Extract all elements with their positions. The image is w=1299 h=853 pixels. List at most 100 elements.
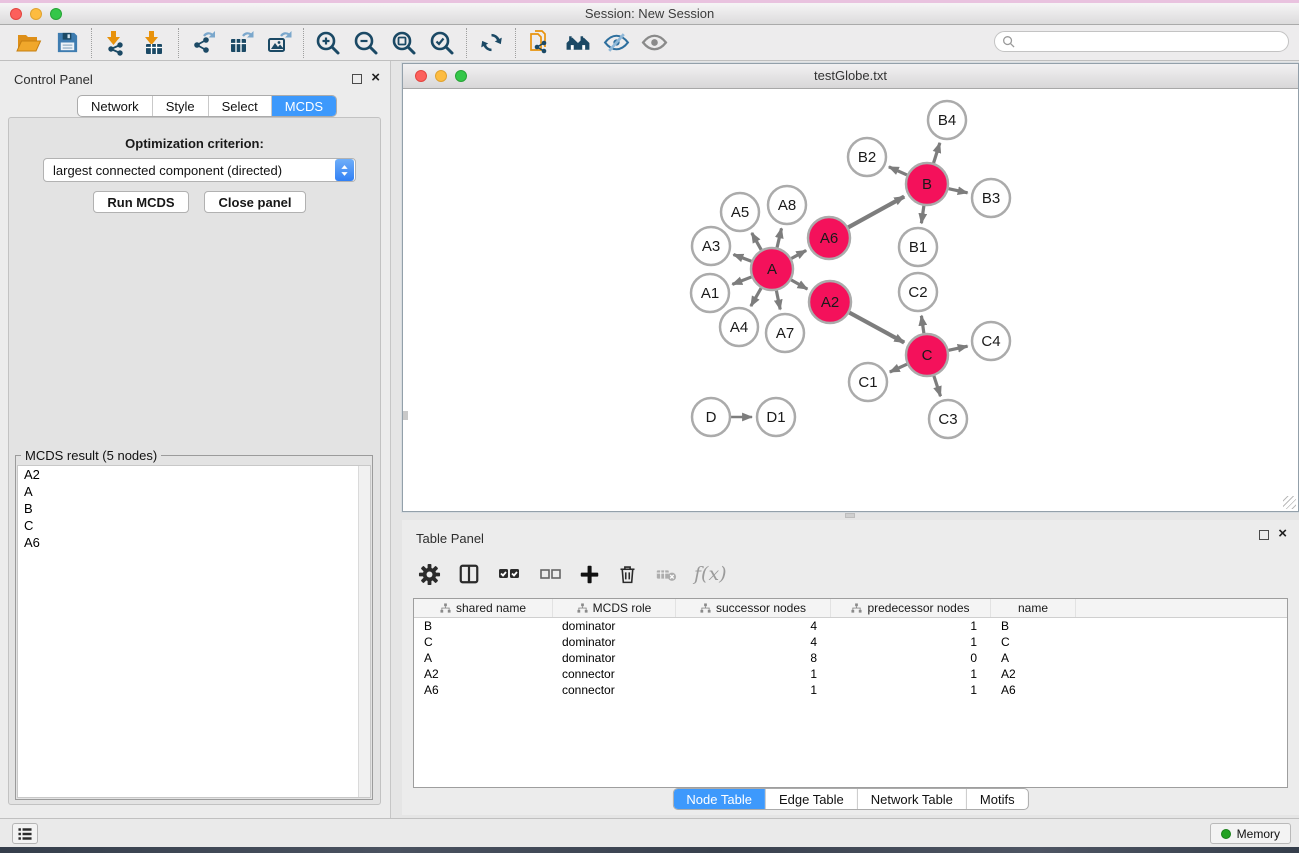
import-network-button[interactable]	[97, 27, 135, 59]
deselect-all-columns-button[interactable]	[538, 562, 562, 586]
minimize-network-button[interactable]	[435, 70, 447, 82]
table-settings-button[interactable]	[418, 563, 441, 586]
mcds-result-item[interactable]: A6	[18, 534, 370, 551]
tab-style[interactable]: Style	[152, 96, 208, 116]
mcds-result-item[interactable]: B	[18, 500, 370, 517]
node-A7[interactable]: A7	[766, 314, 804, 352]
node-A3[interactable]: A3	[692, 227, 730, 265]
column-header-mcds-role[interactable]: MCDS role	[553, 599, 676, 617]
node-C4[interactable]: C4	[972, 322, 1010, 360]
edge-A-A7[interactable]	[776, 291, 780, 310]
mcds-result-item[interactable]: C	[18, 517, 370, 534]
edge-A-A4[interactable]	[751, 288, 761, 306]
edge-B-B3[interactable]	[948, 189, 967, 193]
node-C1[interactable]: C1	[849, 363, 887, 401]
edge-A-A6[interactable]	[791, 250, 806, 258]
zoom-window-button[interactable]	[50, 8, 62, 20]
close-table-panel-icon[interactable]: ×	[1278, 526, 1287, 542]
export-table-button[interactable]	[222, 27, 260, 59]
clone-network-button[interactable]	[521, 27, 559, 59]
select-all-columns-button[interactable]	[497, 562, 521, 586]
memory-button[interactable]: Memory	[1210, 823, 1291, 844]
network-window-titlebar[interactable]: testGlobe.txt	[403, 64, 1298, 89]
edge-B-B2[interactable]	[889, 167, 907, 175]
criterion-dropdown[interactable]: largest connected component (directed)	[43, 158, 356, 182]
save-session-button[interactable]	[48, 27, 86, 59]
minimize-window-button[interactable]	[30, 8, 42, 20]
create-column-button[interactable]	[579, 564, 600, 585]
function-builder-button[interactable]: f(x)	[694, 563, 727, 585]
zoom-network-button[interactable]	[455, 70, 467, 82]
node-A5[interactable]: A5	[721, 193, 759, 231]
edge-A-A8[interactable]	[777, 228, 782, 247]
search-field[interactable]	[994, 31, 1289, 52]
node-C[interactable]: C	[906, 334, 948, 376]
close-panel-button[interactable]: Close panel	[204, 191, 306, 213]
node-A1[interactable]: A1	[691, 274, 729, 312]
mcds-result-item[interactable]: A2	[18, 466, 370, 483]
import-table-button[interactable]	[135, 27, 173, 59]
float-table-panel-icon[interactable]	[1259, 530, 1269, 540]
edge-A6-B[interactable]	[848, 197, 904, 228]
node-D[interactable]: D	[692, 398, 730, 436]
edge-B-B1[interactable]	[921, 206, 923, 223]
node-A6[interactable]: A6	[808, 217, 850, 259]
resize-grip[interactable]	[1283, 496, 1296, 509]
network-canvas[interactable]: B4B2BB3A5A8A6A3B1AC2A1A2A4A7CC4C1C3DD1	[403, 89, 1298, 511]
export-image-button[interactable]	[260, 27, 298, 59]
edge-A-A5[interactable]	[752, 233, 761, 250]
show-graphics-details-button[interactable]	[635, 27, 673, 59]
open-session-button[interactable]	[10, 27, 48, 59]
edge-C-C3[interactable]	[934, 376, 941, 396]
edge-B-B4[interactable]	[934, 143, 940, 163]
node-A2[interactable]: A2	[809, 281, 851, 323]
node-C3[interactable]: C3	[929, 400, 967, 438]
tab-edge-table[interactable]: Edge Table	[765, 789, 857, 809]
close-network-button[interactable]	[415, 70, 427, 82]
node-A4[interactable]: A4	[720, 308, 758, 346]
tab-network[interactable]: Network	[78, 96, 152, 116]
node-B3[interactable]: B3	[972, 179, 1010, 217]
export-network-button[interactable]	[184, 27, 222, 59]
show-columns-button[interactable]	[458, 563, 480, 585]
show-command-list-button[interactable]	[12, 823, 38, 844]
node-A8[interactable]: A8	[768, 186, 806, 224]
node-D1[interactable]: D1	[757, 398, 795, 436]
float-panel-icon[interactable]	[352, 74, 362, 84]
mcds-result-item[interactable]: A	[18, 483, 370, 500]
edge-A-A2[interactable]	[791, 280, 807, 289]
table-row[interactable]: Adominator80A	[414, 650, 1287, 666]
panel-split-handle[interactable]	[845, 513, 855, 518]
search-input[interactable]	[1019, 34, 1288, 50]
refresh-button[interactable]	[472, 27, 510, 59]
edge-C-C1[interactable]	[890, 364, 907, 372]
table-row[interactable]: Cdominator41C	[414, 634, 1287, 650]
node-C2[interactable]: C2	[899, 273, 937, 311]
tab-motifs[interactable]: Motifs	[966, 789, 1028, 809]
node-B4[interactable]: B4	[928, 101, 966, 139]
table-row[interactable]: Bdominator41B	[414, 618, 1287, 634]
node-B2[interactable]: B2	[848, 138, 886, 176]
tab-network-table[interactable]: Network Table	[857, 789, 966, 809]
close-panel-icon[interactable]: ×	[371, 70, 380, 86]
tab-node-table[interactable]: Node Table	[673, 789, 765, 809]
table-row[interactable]: A6connector11A6	[414, 682, 1287, 698]
delete-table-button[interactable]	[655, 563, 677, 585]
node-A[interactable]: A	[751, 248, 793, 290]
zoom-selected-button[interactable]	[423, 27, 461, 59]
zoom-out-button[interactable]	[347, 27, 385, 59]
edge-C-C2[interactable]	[921, 316, 923, 333]
edge-C-C4[interactable]	[948, 346, 967, 350]
column-header-successor-nodes[interactable]: successor nodes	[676, 599, 831, 617]
column-header-name[interactable]: name	[991, 599, 1076, 617]
edge-A-A3[interactable]	[733, 254, 751, 261]
zoom-in-button[interactable]	[309, 27, 347, 59]
node-B1[interactable]: B1	[899, 228, 937, 266]
edge-A-A1[interactable]	[732, 277, 751, 284]
table-row[interactable]: A2connector11A2	[414, 666, 1287, 682]
hide-graphics-details-button[interactable]	[597, 27, 635, 59]
run-mcds-button[interactable]: Run MCDS	[93, 191, 189, 213]
zoom-fit-button[interactable]	[385, 27, 423, 59]
column-header-predecessor-nodes[interactable]: predecessor nodes	[831, 599, 991, 617]
tab-select[interactable]: Select	[208, 96, 271, 116]
